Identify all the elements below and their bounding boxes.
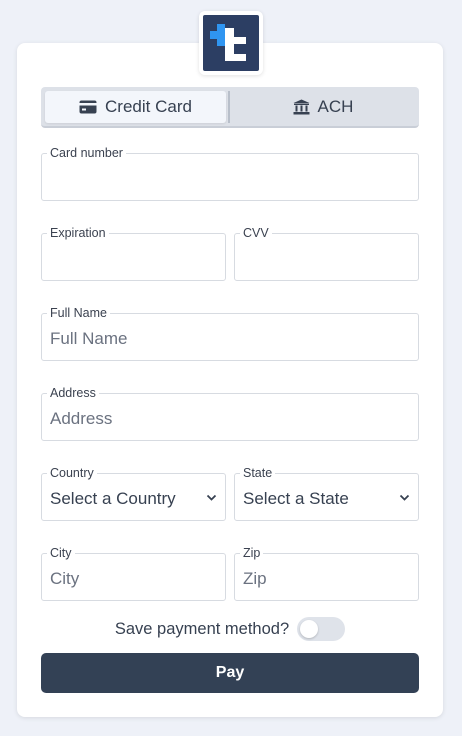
city-label: City	[47, 545, 75, 561]
zip-label: Zip	[240, 545, 264, 561]
city-field: City	[41, 545, 226, 601]
tab-ach-label: ACH	[317, 97, 354, 116]
card-number-label: Card number	[47, 145, 126, 161]
save-payment-toggle[interactable]	[297, 617, 346, 641]
address-label: Address	[47, 385, 99, 401]
zip-input[interactable]	[243, 567, 410, 591]
country-select[interactable]: Country Select a Country	[41, 465, 226, 521]
save-payment-label: Save payment method?	[114, 619, 290, 638]
cvv-input[interactable]	[243, 247, 410, 271]
payment-method-tabs: Credit Card ACH	[41, 87, 419, 128]
cvv-label: CVV	[240, 225, 272, 241]
city-input[interactable]	[50, 567, 217, 591]
state-select[interactable]: State Select a State	[234, 465, 419, 521]
card-number-field: Card number	[41, 145, 419, 201]
state-select-value: Select a State	[243, 489, 349, 508]
zip-field: Zip	[234, 545, 419, 601]
address-field: Address	[41, 385, 419, 441]
country-label: Country	[47, 465, 97, 481]
country-select-value: Select a Country	[50, 489, 176, 508]
brand-logo	[199, 11, 263, 75]
tab-credit-card-label: Credit Card	[105, 97, 192, 116]
cvv-field: CVV	[234, 225, 419, 281]
expiration-field: Expiration	[41, 225, 226, 281]
chevron-down-icon	[399, 494, 410, 501]
state-label: State	[240, 465, 276, 481]
toggle-knob	[300, 620, 319, 638]
card-number-input[interactable]	[50, 167, 410, 191]
full-name-input[interactable]	[50, 327, 410, 351]
chevron-down-icon	[206, 494, 217, 501]
full-name-label: Full Name	[47, 305, 110, 321]
full-name-field: Full Name	[41, 305, 419, 361]
brand-logo-mark	[203, 15, 259, 71]
tab-ach[interactable]: ACH	[231, 91, 415, 123]
expiration-input[interactable]	[50, 247, 217, 271]
bank-icon	[293, 99, 310, 115]
brand-logo-icon	[210, 24, 246, 61]
address-input[interactable]	[50, 407, 410, 431]
tab-divider	[228, 91, 230, 123]
save-payment-row: Save payment method?	[41, 617, 419, 641]
pay-button[interactable]: Pay	[41, 653, 419, 693]
expiration-label: Expiration	[47, 225, 109, 241]
credit-card-icon	[79, 100, 97, 114]
tab-credit-card[interactable]: Credit Card	[45, 91, 226, 123]
